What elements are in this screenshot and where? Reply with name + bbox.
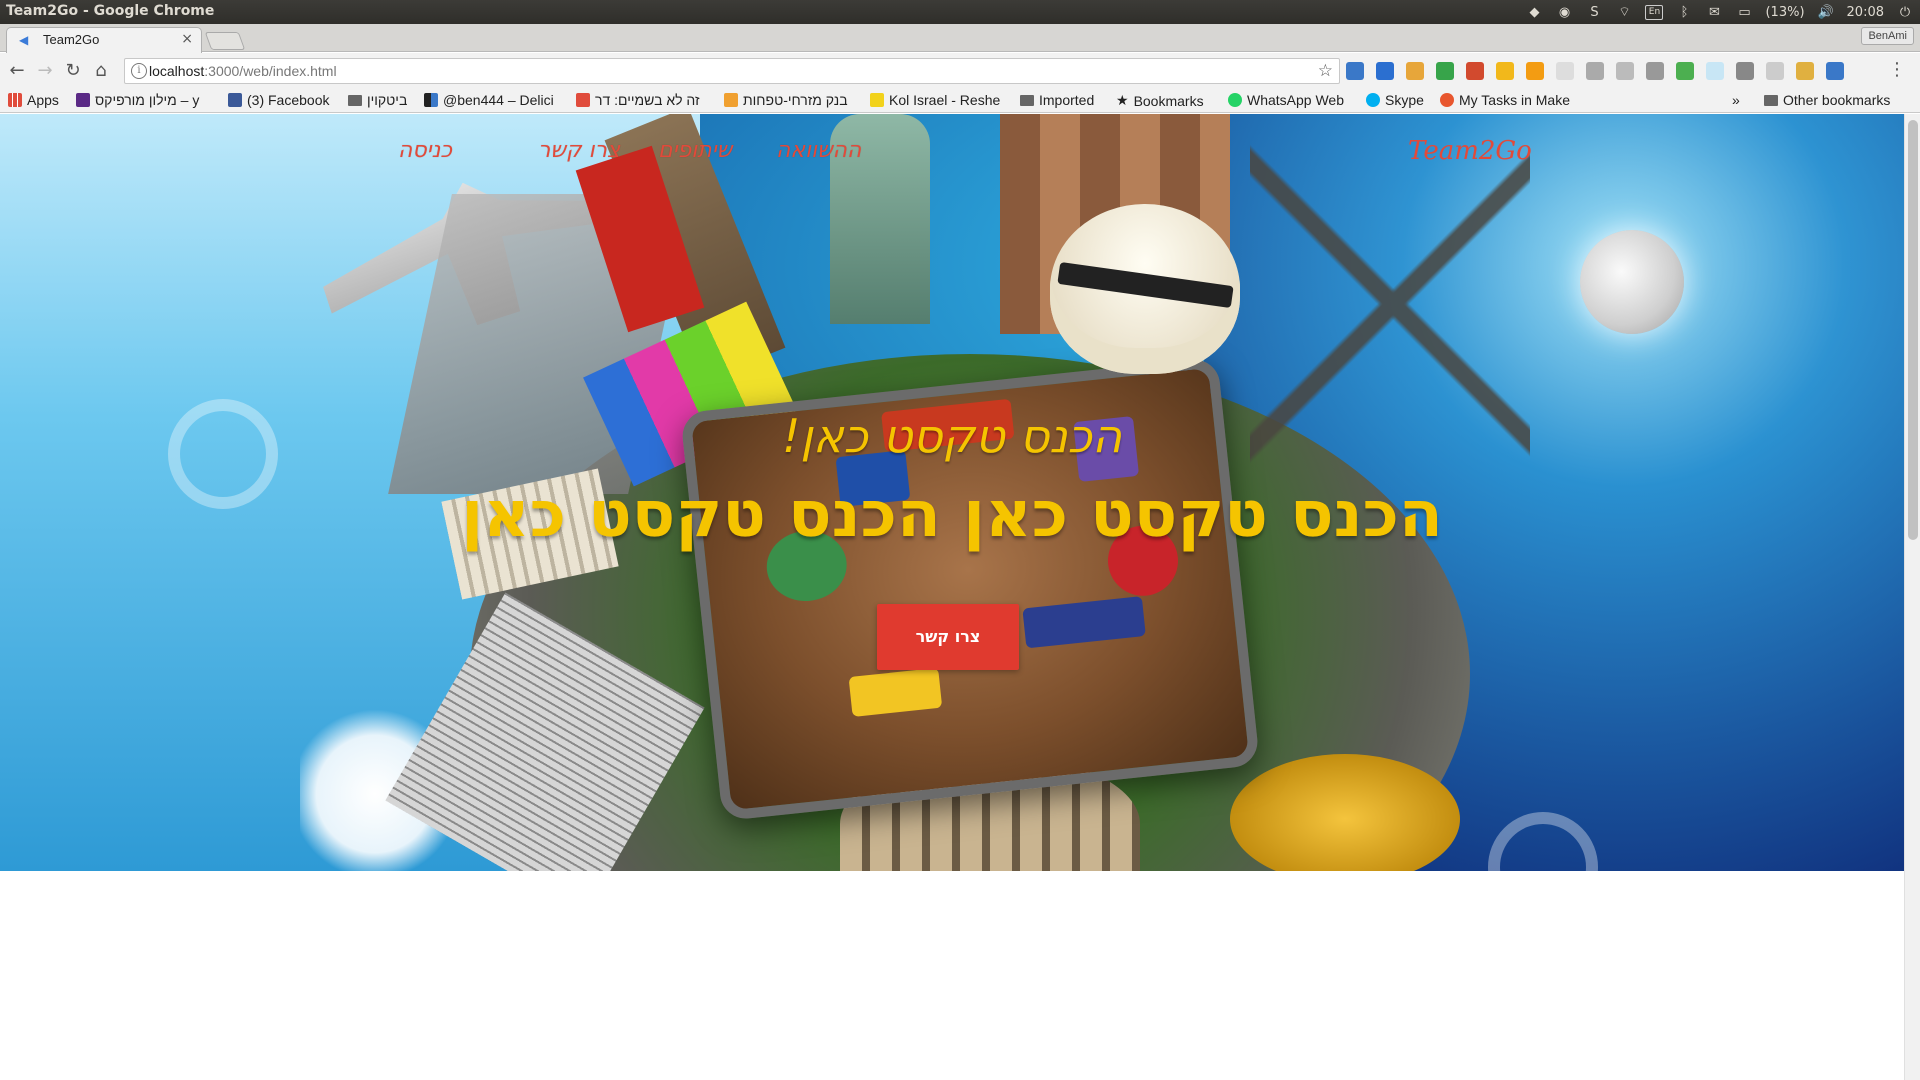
- kol-israel-icon: [870, 93, 884, 107]
- sticker: [848, 667, 943, 717]
- extension-icon[interactable]: [1796, 62, 1814, 80]
- url-text[interactable]: localhost:3000/web/index.html: [149, 63, 337, 79]
- battery-icon[interactable]: ▭: [1735, 4, 1753, 20]
- extension-icon[interactable]: [1646, 62, 1664, 80]
- extensions-area: [1346, 62, 1844, 80]
- page-scrollbar[interactable]: [1904, 114, 1920, 1080]
- reload-icon[interactable]: ↻: [62, 60, 84, 82]
- bookmark-other[interactable]: Other bookmarks: [1764, 92, 1890, 108]
- bookmark-delicious[interactable]: @ben444 – Delici: [424, 92, 554, 108]
- tab-strip: ◀ Team2Go × BenAmi: [0, 24, 1920, 53]
- bluetooth-icon[interactable]: ᛒ: [1675, 4, 1693, 20]
- morfix-icon: [76, 93, 90, 107]
- bookmark-star-icon[interactable]: ☆: [1318, 61, 1333, 81]
- bookmark-skype[interactable]: Skype: [1366, 92, 1424, 108]
- battery-percent: (13%): [1765, 4, 1805, 20]
- browser-toolbar: ← → ↻ ⌂ i localhost:3000/web/index.html …: [0, 53, 1920, 89]
- star-icon: ★: [1116, 92, 1129, 108]
- folder-icon: [348, 94, 362, 106]
- bookmark-lo-bashamayim[interactable]: זה לא בשמיים: דר: [576, 92, 700, 108]
- window-title: Team2Go - Google Chrome: [6, 3, 215, 19]
- skype-icon[interactable]: S: [1585, 4, 1603, 20]
- nav-login[interactable]: כניסה: [398, 138, 452, 163]
- address-bar[interactable]: i localhost:3000/web/index.html ☆: [124, 58, 1340, 84]
- bookmark-facebook[interactable]: (3) Facebook: [228, 92, 329, 108]
- dropbox-icon[interactable]: ◆: [1525, 4, 1543, 20]
- system-tray: ◆ ◉ S ⌔ En ᛒ ✉ ▭ (13%) 🔊 20:08 ⏻: [1525, 2, 1914, 22]
- extension-icon[interactable]: [1586, 62, 1604, 80]
- keyboard-layout-icon[interactable]: En: [1645, 4, 1664, 20]
- bookmark-mizrahi[interactable]: בנק מזרחי-טפחות: [724, 92, 848, 108]
- hero-subtitle: הכנס טקסט כאן!: [781, 409, 1123, 463]
- site-logo[interactable]: Team2Go: [1408, 136, 1532, 166]
- hero-section: כניסה צרו קשר שיתופים ההשוואה Team2Go הכ…: [0, 114, 1904, 871]
- nav-contact[interactable]: צרו קשר: [538, 138, 620, 163]
- whatsapp-icon: [1228, 93, 1242, 107]
- back-icon[interactable]: ←: [6, 60, 28, 82]
- page-viewport: כניסה צרו קשר שיתופים ההשוואה Team2Go הכ…: [0, 114, 1904, 1080]
- sticker: [1022, 596, 1146, 649]
- volume-icon[interactable]: 🔊: [1817, 4, 1835, 20]
- chrome-menu-icon[interactable]: ⋮: [1888, 59, 1906, 80]
- extension-icon[interactable]: [1496, 62, 1514, 80]
- extension-icon[interactable]: [1466, 62, 1484, 80]
- extension-icon[interactable]: [1556, 62, 1574, 80]
- extension-icon[interactable]: [1526, 62, 1544, 80]
- tab-team2go[interactable]: ◀ Team2Go ×: [6, 27, 202, 53]
- profile-button[interactable]: BenAmi: [1861, 27, 1914, 45]
- wifi-icon[interactable]: ⌔: [1615, 4, 1633, 20]
- extension-icon[interactable]: [1826, 62, 1844, 80]
- bookmarks-bar: Apps מילון מורפיקס – y (3) Facebook ביטק…: [0, 89, 1920, 113]
- chrome-icon[interactable]: ◉: [1555, 4, 1573, 20]
- moon-image: [1580, 230, 1684, 334]
- extension-icon[interactable]: [1346, 62, 1364, 80]
- bookmark-whatsapp[interactable]: WhatsApp Web: [1228, 92, 1344, 108]
- home-icon[interactable]: ⌂: [90, 60, 112, 82]
- bookmark-kol-israel[interactable]: Kol Israel - Reshe: [870, 92, 1000, 108]
- bookmark-imported[interactable]: Imported: [1020, 92, 1094, 108]
- facebook-icon: [228, 93, 242, 107]
- hero-title: הכנס טקסט כאן הכנס טקסט כאן: [461, 478, 1443, 552]
- clock[interactable]: 20:08: [1847, 5, 1884, 20]
- tasks-icon: [1440, 93, 1454, 107]
- folder-icon: [1020, 94, 1034, 106]
- nav-compare[interactable]: ההשוואה: [776, 138, 861, 163]
- mail-icon[interactable]: ✉: [1705, 4, 1723, 20]
- forward-icon[interactable]: →: [34, 60, 56, 82]
- apps-icon: [8, 93, 22, 107]
- site-icon: [576, 93, 590, 107]
- bookmark-apps[interactable]: Apps: [8, 92, 59, 108]
- power-icon[interactable]: ⏻: [1896, 4, 1914, 20]
- bookmark-bookmarks[interactable]: ★ Bookmarks: [1116, 92, 1204, 109]
- scrollbar-thumb[interactable]: [1908, 120, 1918, 540]
- extension-icon[interactable]: [1766, 62, 1784, 80]
- tab-favicon-icon: ◀: [19, 33, 29, 47]
- folder-icon: [1764, 94, 1778, 106]
- nav-shares[interactable]: שיתופים: [658, 138, 732, 163]
- tab-title: Team2Go: [43, 32, 100, 47]
- page-info-icon[interactable]: i: [131, 63, 147, 79]
- bookmark-my-tasks[interactable]: My Tasks in Make: [1440, 92, 1570, 108]
- bookmark-bitcoin[interactable]: ביטקוין: [348, 92, 407, 108]
- skype-icon: [1366, 93, 1380, 107]
- extension-icon[interactable]: [1406, 62, 1424, 80]
- extension-icon[interactable]: [1676, 62, 1694, 80]
- extension-icon[interactable]: [1616, 62, 1634, 80]
- os-title-bar: Team2Go - Google Chrome ◆ ◉ S ⌔ En ᛒ ✉ ▭…: [0, 0, 1920, 24]
- bookmarks-overflow[interactable]: »: [1732, 92, 1740, 108]
- extension-icon[interactable]: [1436, 62, 1454, 80]
- extension-icon[interactable]: [1706, 62, 1724, 80]
- site-navigation: כניסה צרו קשר שיתופים ההשוואה Team2Go: [0, 128, 1904, 168]
- new-tab-button[interactable]: [204, 32, 246, 50]
- extension-icon[interactable]: [1736, 62, 1754, 80]
- extension-icon[interactable]: [1376, 62, 1394, 80]
- bookmark-morfix[interactable]: מילון מורפיקס – y: [76, 92, 199, 108]
- delicious-icon: [424, 93, 438, 107]
- contact-button[interactable]: צרו קשר: [877, 604, 1019, 670]
- tab-close-icon[interactable]: ×: [181, 31, 193, 47]
- bank-icon: [724, 93, 738, 107]
